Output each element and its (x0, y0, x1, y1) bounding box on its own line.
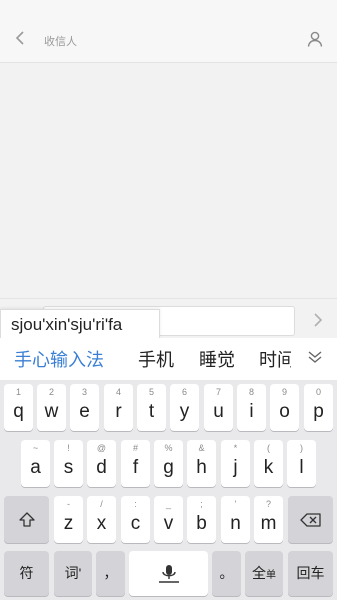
chevron-right-icon[interactable] (311, 313, 325, 327)
key-r[interactable]: 4r (104, 384, 133, 431)
key-n[interactable]: ' n (221, 496, 250, 543)
candidate-item[interactable]: 睡觉 (199, 346, 235, 372)
key-a[interactable]: ~ a (21, 440, 50, 487)
key-c[interactable]: :c (121, 496, 150, 543)
candidate-bar: 手心输入法 手机 睡觉 时间 (0, 338, 337, 381)
enter-key[interactable]: 回车 (288, 551, 333, 596)
key-o[interactable]: 9o (270, 384, 299, 431)
key-f[interactable]: # f (121, 440, 150, 487)
shift-arrow-icon (18, 511, 35, 527)
comma-key[interactable]: ， (96, 551, 125, 596)
top-bar: 收信人 (0, 0, 337, 63)
keyboard: 1q 2w 3e 4r 5t 6y 7u 8i 9o 0p ~ a ! s @ d #… (0, 380, 337, 600)
recipient-label[interactable]: 收信人 (44, 33, 77, 49)
message-area (0, 63, 337, 298)
key-w[interactable]: 2w (37, 384, 66, 431)
key-l[interactable]: ) l (287, 440, 316, 487)
chevron-left-icon[interactable] (12, 30, 28, 46)
key-y[interactable]: 6y (170, 384, 199, 431)
chevron-down-icon[interactable] (307, 350, 323, 364)
symbols-key[interactable]: 符 (4, 551, 49, 596)
backspace-icon (299, 512, 321, 527)
candidate-item[interactable]: 手机 (138, 346, 174, 372)
key-v[interactable]: _ v (154, 496, 183, 543)
candidate-item[interactable]: 时间 (259, 346, 291, 372)
key-p[interactable]: 0p (304, 384, 333, 431)
pinyin-composition: sjou'xin'sju'ri'fa (0, 309, 160, 338)
person-icon[interactable] (306, 30, 324, 48)
key-x[interactable]: / x (87, 496, 116, 543)
shift-key[interactable] (4, 496, 49, 543)
key-t[interactable]: 5t (137, 384, 166, 431)
key-k[interactable]: (k (254, 440, 283, 487)
key-z[interactable]: -z (54, 496, 83, 543)
backspace-key[interactable] (288, 496, 333, 543)
key-e[interactable]: 3e (70, 384, 99, 431)
key-b[interactable]: ; b (187, 496, 216, 543)
key-g[interactable]: % g (154, 440, 183, 487)
key-j[interactable]: * j (221, 440, 250, 487)
fullwidth-key[interactable]: 全单 (245, 551, 283, 596)
candidate-item[interactable]: 手心输入法 (14, 346, 104, 372)
key-m[interactable]: ? m (254, 496, 283, 543)
key-s[interactable]: ! s (54, 440, 83, 487)
space-key[interactable] (129, 551, 208, 596)
key-q[interactable]: 1q (4, 384, 33, 431)
key-d[interactable]: @ d (87, 440, 116, 487)
key-h[interactable]: & h (187, 440, 216, 487)
microphone-icon (158, 564, 179, 583)
period-key[interactable]: 。 (212, 551, 241, 596)
key-u[interactable]: 7u (204, 384, 233, 431)
key-i[interactable]: 8i (237, 384, 266, 431)
separator-key[interactable]: 词' (54, 551, 92, 596)
